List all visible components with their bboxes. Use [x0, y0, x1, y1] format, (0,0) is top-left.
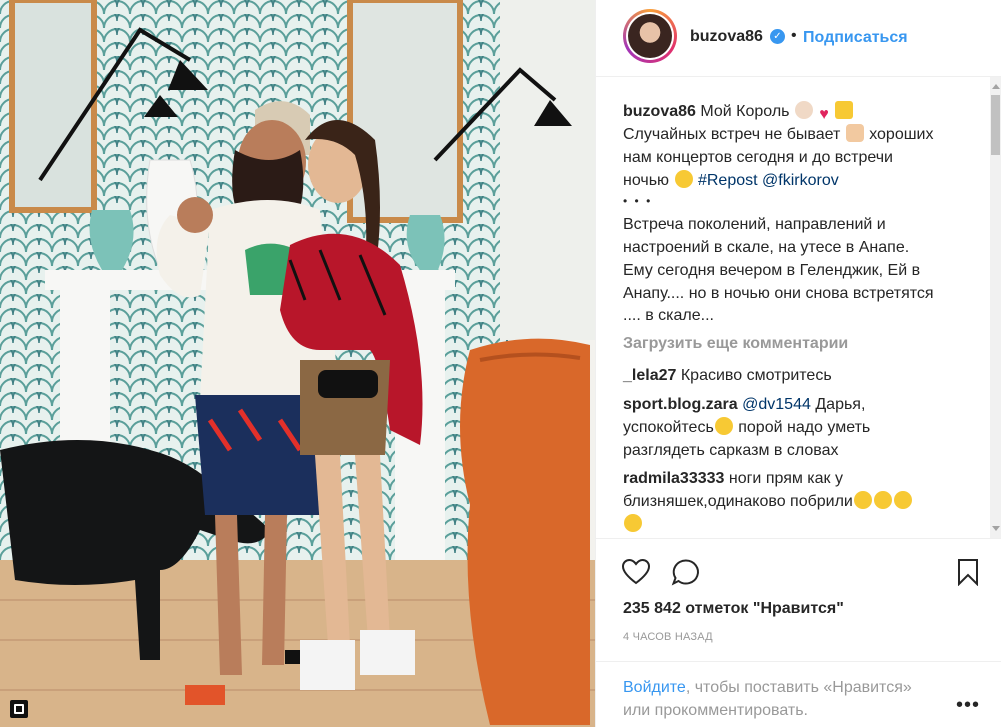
comment-item: sport.blog.zara @dv1544 Дарья,	[623, 393, 865, 416]
comments-list[interactable]: buzova86 Мой Король ♥ Случайных встреч н…	[596, 77, 990, 538]
post-header: buzova86 ✓ • Подписаться	[596, 0, 1001, 77]
caption-text: Случайных встреч не бывает	[623, 126, 841, 143]
comments-scrollbar[interactable]	[990, 77, 1001, 538]
comment-item: _lela27 Красиво смотритесь	[623, 364, 832, 387]
raising-hands-emoji-icon	[845, 124, 864, 142]
caption-username[interactable]: buzova86	[623, 103, 696, 120]
load-more-comments-button[interactable]: Загрузить еще комментарии	[623, 332, 848, 355]
heart-emoji-icon: ♥	[819, 106, 829, 123]
comment-line: близняшек,одинаково побрили	[623, 490, 913, 513]
more-options-icon[interactable]: •••	[956, 694, 980, 717]
verified-badge-icon: ✓	[770, 29, 785, 44]
rofl-emoji-icon	[893, 491, 912, 509]
comment-username[interactable]: sport.blog.zara	[623, 396, 738, 413]
login-link[interactable]: Войдите	[623, 679, 686, 696]
caption-text: нам концертов сегодня и до встречи	[623, 149, 893, 166]
caption-text: хороших	[869, 126, 934, 143]
scroll-up-arrow-icon[interactable]	[992, 84, 1000, 89]
caption-text: Встреча поколений, направлений и	[623, 216, 886, 233]
rofl-emoji-icon	[853, 491, 872, 509]
comment-line: успокойтесь порой надо уметь	[623, 416, 870, 439]
joy-emoji-icon	[873, 491, 892, 509]
caption-line: Случайных встреч не бывает хороших	[623, 123, 934, 146]
comment-text: успокойтесь	[623, 419, 714, 436]
caption-text: Анапу.... но в ночью они снова встретятс…	[623, 285, 934, 302]
mention-link[interactable]: @dv1544	[742, 396, 811, 413]
comment-text: близняшек,одинаково побрили	[623, 493, 853, 510]
likes-count[interactable]: 235 842 отметок "Нравится"	[623, 600, 844, 618]
follow-button[interactable]: Подписаться	[803, 29, 908, 47]
login-prompt-text2: или прокомментировать.	[623, 702, 808, 719]
comment-text: разглядеть сарказм в словах	[623, 442, 839, 459]
caption-dots: • • •	[623, 194, 653, 208]
bookmark-icon[interactable]	[956, 558, 980, 586]
sunglasses-emoji-icon	[674, 170, 693, 188]
comment-text: Дарья,	[815, 396, 866, 413]
comment-text: порой надо уметь	[738, 419, 871, 436]
header-separator: •	[791, 27, 797, 44]
multiple-photos-icon	[10, 700, 28, 718]
caption-text: настроений в скале, на утесе в Анапе.	[623, 239, 910, 256]
crown-emoji-icon	[834, 101, 853, 119]
scroll-thumb[interactable]	[991, 95, 1000, 155]
rofl-emoji-icon	[624, 514, 642, 532]
scroll-down-arrow-icon[interactable]	[992, 526, 1000, 531]
post-side-panel: buzova86 ✓ • Подписаться buzova86 Мой Ко…	[595, 0, 1001, 727]
header-username[interactable]: buzova86	[690, 28, 763, 46]
comment-username[interactable]: _lela27	[623, 367, 676, 384]
mention-link[interactable]: @fkirkorov	[762, 172, 839, 189]
caption-text: Мой Король	[700, 103, 790, 120]
caption-text: Ему сегодня вечером в Геленджик, Ей в	[623, 262, 921, 279]
post-photo[interactable]	[0, 0, 595, 727]
caption-text: ночью	[623, 172, 670, 189]
caption-text: .... в скале...	[623, 307, 714, 324]
avatar[interactable]	[623, 9, 677, 63]
hashtag-link[interactable]: #Repost	[698, 172, 758, 189]
login-prompt: Войдите, чтобы поставить «Нравится» или …	[596, 661, 1001, 728]
comment-text: ноги прям как у	[728, 470, 843, 487]
comment-icon[interactable]	[671, 558, 701, 586]
post-timestamp[interactable]: 4 ЧАСОВ НАЗАД	[623, 631, 713, 643]
caption-line: ночью #Repost @fkirkorov	[623, 169, 839, 192]
comment-text: Красиво смотритесь	[680, 367, 832, 384]
photo-image	[0, 0, 595, 727]
login-prompt-text: Войдите, чтобы поставить «Нравится» или …	[623, 676, 943, 722]
comment-username[interactable]: radmila33333	[623, 470, 724, 487]
winking-emoji-icon	[714, 417, 733, 435]
caption-line: buzova86 Мой Король ♥	[623, 100, 854, 124]
emoji-icon	[794, 101, 813, 119]
comment-item: radmila33333 ноги прям как у	[623, 467, 843, 490]
comment-line	[623, 513, 643, 536]
heart-icon[interactable]	[621, 558, 651, 586]
login-prompt-text1: , чтобы поставить «Нравится»	[685, 679, 912, 696]
post-actions	[596, 538, 1001, 599]
